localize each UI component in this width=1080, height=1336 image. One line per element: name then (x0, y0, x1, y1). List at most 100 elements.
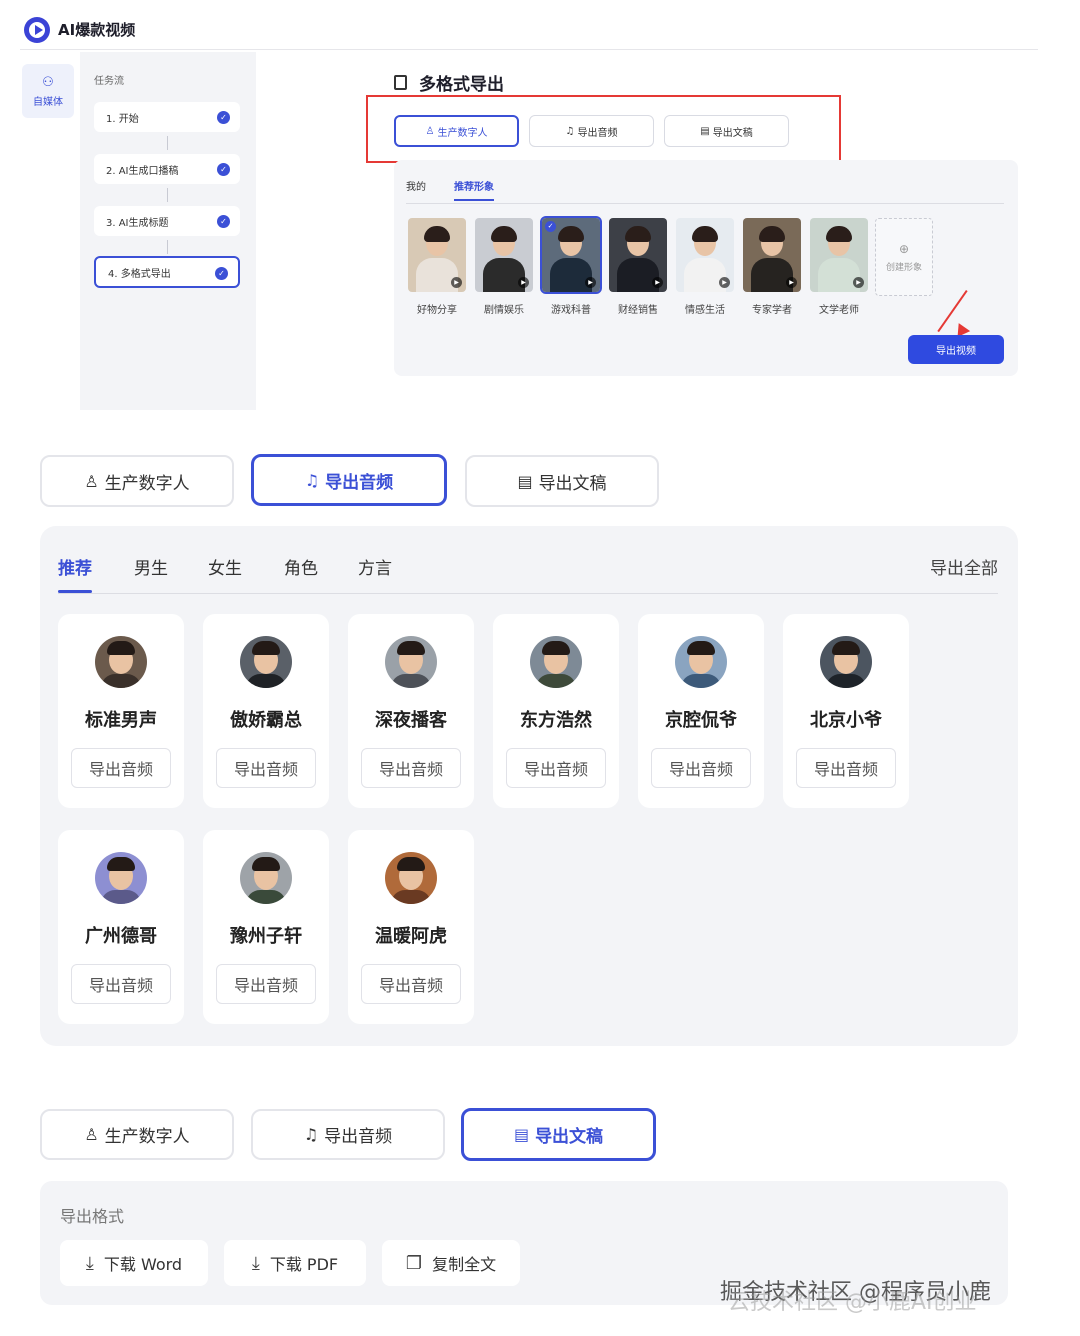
task-step-label: 3. AI生成标题 (106, 217, 169, 229)
tab-label: 导出音频 (324, 1127, 393, 1147)
avatar-label: 文学老师 (819, 305, 859, 316)
avatar-label: 财经销售 (618, 305, 658, 316)
avatar-hair (692, 226, 718, 242)
document-icon: ▤ (513, 1125, 530, 1144)
play-icon[interactable]: ▶ (585, 277, 596, 288)
left-rail-item-media[interactable]: ⚇ 自媒体 (22, 64, 74, 118)
voice-name: 深夜播客 (375, 710, 447, 731)
tab-digital-human[interactable]: ♙ 生产数字人 (40, 455, 234, 507)
play-icon[interactable]: ▶ (719, 277, 730, 288)
app-logo-icon (24, 16, 50, 43)
avatar-card[interactable]: ▶ (743, 218, 801, 292)
task-step-3[interactable]: 3. AI生成标题 ✓ (94, 206, 240, 236)
export-audio-button[interactable]: 导出音频 (216, 964, 316, 1004)
step-connector (167, 136, 168, 150)
export-audio-button[interactable]: 导出音频 (71, 748, 171, 788)
button-label: 下载 PDF (269, 1255, 339, 1274)
avatar-body (246, 674, 286, 688)
export-all-button[interactable]: 导出全部 (930, 554, 998, 579)
sub-tab-recommended[interactable]: 推荐形象 (454, 178, 494, 201)
watermark-faint-text: 云技术社区 @小鹿AI创业 (728, 1290, 977, 1315)
export-audio-button[interactable]: 导出音频 (506, 748, 606, 788)
avatar-hair (424, 226, 450, 242)
watermark: 云技术社区 @小鹿AI创业 掘金技术社区 @程序员小鹿 (720, 1274, 991, 1315)
check-icon: ✓ (217, 163, 230, 176)
voice-card: 温暖阿虎 导出音频 (348, 830, 474, 1024)
tab-export-audio[interactable]: ♫ 导出音频 (251, 1109, 445, 1160)
voice-name: 标准男声 (85, 710, 157, 731)
voice-tab-dialect[interactable]: 方言 (358, 554, 392, 579)
voice-tab-female[interactable]: 女生 (208, 554, 242, 579)
create-avatar-card[interactable]: ⊕ 创建形象 (875, 218, 933, 296)
avatar-card[interactable]: ▶ (810, 218, 868, 292)
copy-icon (394, 75, 407, 90)
voice-tab-recommended[interactable]: 推荐 (58, 554, 92, 593)
export-audio-button[interactable]: 导出音频 (796, 748, 896, 788)
avatar-body (101, 674, 141, 688)
tab-export-document[interactable]: ▤ 导出文稿 (465, 455, 659, 507)
avatar-card[interactable]: ▶ ✓ (540, 216, 602, 294)
download-icon: ⤓ (251, 1252, 260, 1274)
voice-name: 东方浩然 (520, 710, 592, 731)
download-word-button[interactable]: ⤓ 下载 Word (60, 1240, 208, 1286)
avatar-body (681, 674, 721, 688)
sub-tab-mine[interactable]: 我的 (406, 178, 426, 193)
play-icon[interactable]: ▶ (518, 277, 529, 288)
person-icon: ♙ (84, 1125, 99, 1144)
avatar-card[interactable]: ▶ (408, 218, 466, 292)
section-title: 多格式导出 (394, 70, 504, 95)
voice-avatar (820, 636, 872, 688)
voice-avatar (95, 636, 147, 688)
avatar-hair (107, 641, 135, 655)
export-audio-button[interactable]: 导出音频 (651, 748, 751, 788)
rail-label: 自媒体 (33, 96, 63, 108)
tab-export-document[interactable]: ▤ 导出文稿 (461, 1108, 656, 1161)
tab-export-audio[interactable]: ♫ 导出音频 (529, 115, 654, 147)
voice-avatar (240, 852, 292, 904)
export-video-button[interactable]: 导出视频 (908, 335, 1004, 364)
avatar-card[interactable]: ▶ (676, 218, 734, 292)
voice-avatar (385, 852, 437, 904)
task-step-label: 2. AI生成口播稿 (106, 165, 179, 177)
check-icon: ✓ (545, 221, 556, 232)
avatar-sub-tabs: 我的 推荐形象 (406, 178, 1004, 204)
voice-tab-role[interactable]: 角色 (284, 554, 318, 579)
avatar-label: 剧情娱乐 (484, 305, 524, 316)
audio-file-icon: ♫ (565, 125, 575, 137)
task-step-1[interactable]: 1. 开始 ✓ (94, 102, 240, 132)
copy-icon: ❐ (405, 1252, 423, 1274)
tab-digital-human[interactable]: ♙ 生产数字人 (40, 1109, 234, 1160)
tab-digital-human[interactable]: ♙ 生产数字人 (394, 115, 519, 147)
tab-export-audio[interactable]: ♫ 导出音频 (251, 454, 447, 506)
avatar-card[interactable]: ▶ (475, 218, 533, 292)
play-icon[interactable]: ▶ (652, 277, 663, 288)
check-icon: ✓ (215, 267, 228, 280)
export-audio-button[interactable]: 导出音频 (361, 748, 461, 788)
person-icon: ♙ (84, 471, 99, 491)
avatar-card[interactable]: ▶ (609, 218, 667, 292)
play-icon[interactable]: ▶ (786, 277, 797, 288)
avatar-hair (832, 641, 860, 655)
avatar-body (826, 674, 866, 688)
avatar-body (391, 890, 431, 904)
download-pdf-button[interactable]: ⤓ 下载 PDF (224, 1240, 366, 1286)
export-audio-button[interactable]: 导出音频 (71, 964, 171, 1004)
task-step-4[interactable]: 4. 多格式导出 ✓ (94, 256, 240, 288)
download-icon: ⤓ (85, 1252, 94, 1274)
export-audio-button[interactable]: 导出音频 (361, 964, 461, 1004)
avatar-label: 情感生活 (685, 305, 725, 316)
copy-all-button[interactable]: ❐ 复制全文 (382, 1240, 520, 1286)
export-audio-button[interactable]: 导出音频 (216, 748, 316, 788)
button-label: 复制全文 (432, 1255, 497, 1274)
tab-export-document[interactable]: ▤ 导出文稿 (664, 115, 789, 147)
task-step-2[interactable]: 2. AI生成口播稿 ✓ (94, 154, 240, 184)
tab-label: 导出文稿 (538, 473, 607, 494)
play-icon[interactable]: ▶ (853, 277, 864, 288)
voice-avatar (95, 852, 147, 904)
play-icon[interactable]: ▶ (451, 277, 462, 288)
tab-label: 生产数字人 (437, 127, 488, 139)
document-icon: ▤ (517, 471, 533, 491)
avatar-body (550, 258, 592, 292)
avatar-hair (397, 857, 425, 871)
voice-tab-male[interactable]: 男生 (134, 554, 168, 579)
